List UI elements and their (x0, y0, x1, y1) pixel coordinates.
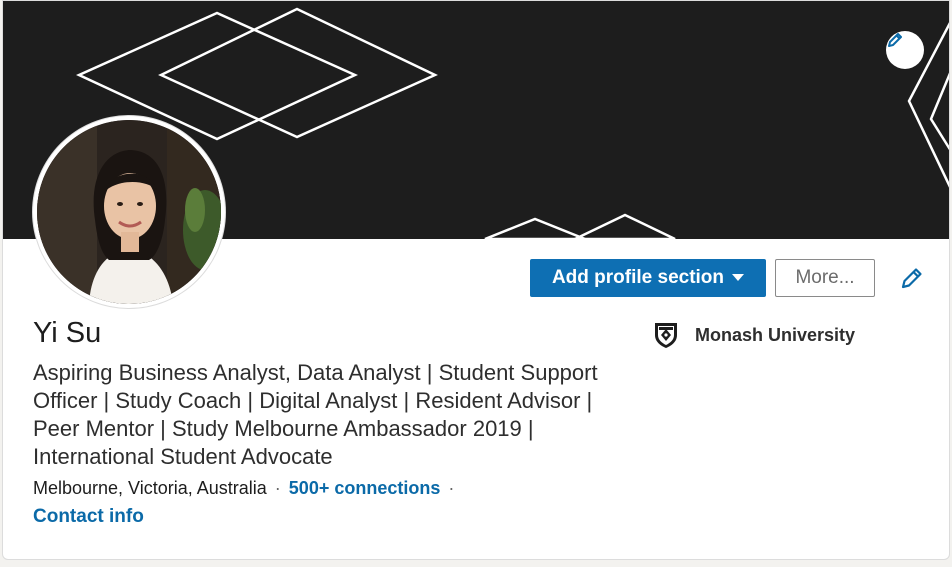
more-label: More... (795, 267, 855, 288)
connections-link[interactable]: 500+ connections (289, 478, 441, 498)
separator-dot: · (448, 478, 455, 498)
separator-dot: · (274, 478, 281, 498)
profile-top-card: Add profile section More... Yi Su Aspiri… (2, 0, 950, 560)
contact-info-link[interactable]: Contact info (33, 506, 144, 528)
pencil-icon (888, 33, 902, 47)
edit-banner-button[interactable] (886, 31, 924, 69)
more-button[interactable]: More... (775, 259, 875, 297)
profile-photo[interactable] (33, 116, 225, 308)
profile-photo-image (37, 120, 221, 304)
add-profile-section-button[interactable]: Add profile section (530, 259, 766, 297)
monash-crest-icon (655, 323, 677, 348)
pencil-icon (901, 268, 922, 289)
school-name: Monash University (695, 324, 856, 345)
profile-name: Yi Su (33, 317, 102, 349)
edit-intro-button[interactable] (897, 263, 927, 293)
profile-headline: Aspiring Business Analyst, Data Analyst … (33, 360, 598, 469)
add-profile-section-label: Add profile section (551, 267, 725, 288)
profile-meta-row: Melbourne, Victoria, Australia · 500+ conn… (33, 478, 462, 499)
caret-down-icon (732, 274, 745, 281)
education-link[interactable]: Monash University (653, 321, 855, 349)
profile-location: Melbourne, Victoria, Australia (33, 478, 267, 498)
